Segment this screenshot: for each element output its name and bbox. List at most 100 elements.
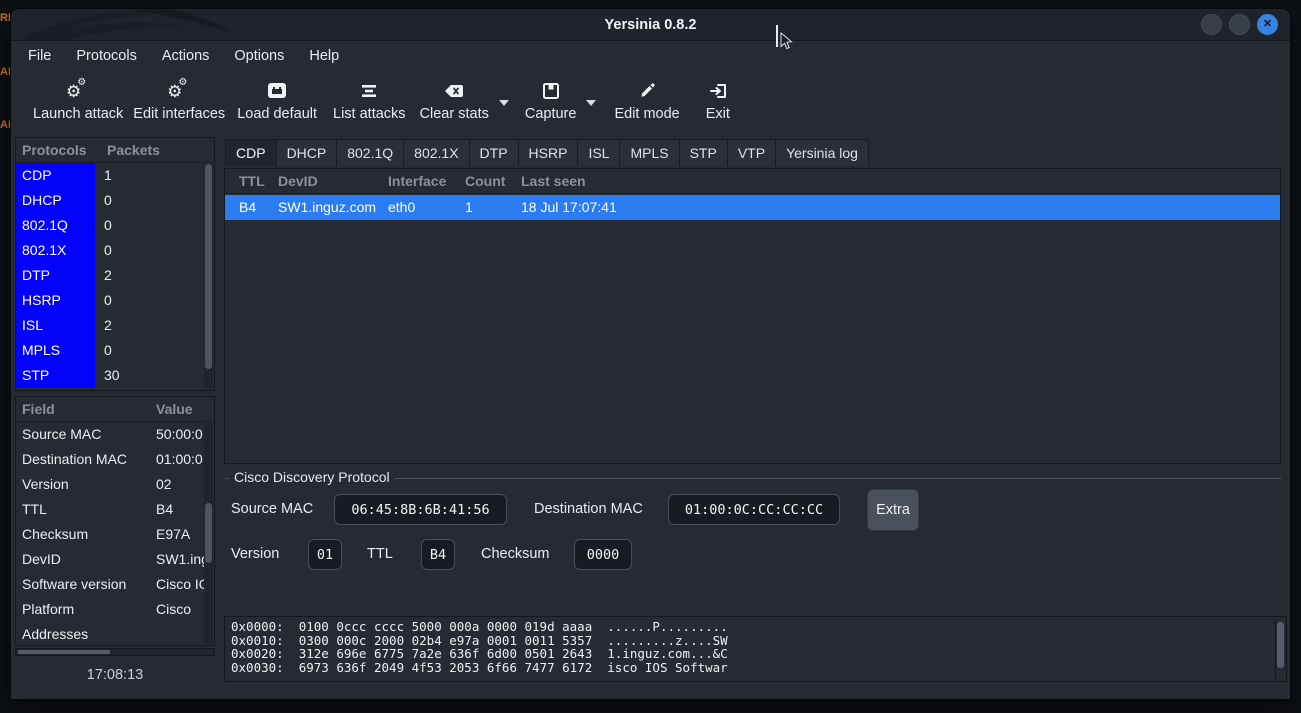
tab-dhcp[interactable]: DHCP (277, 139, 338, 166)
clear-backspace-icon (443, 78, 465, 104)
left-panel: Protocols Packets CDP1 DHCP0 802.1Q0 802… (11, 131, 223, 699)
hex-line: 0x0020: 312e 696e 6775 7a2e 636f 6d00 05… (225, 647, 1286, 661)
field-row[interactable]: Destination MAC01:00:0 (16, 447, 214, 472)
protocol-row-dtp[interactable]: DTP2 (16, 263, 214, 288)
count-column-header[interactable]: Count (465, 169, 505, 194)
close-button[interactable]: ✕ (1257, 14, 1278, 35)
protocol-row-stp[interactable]: STP30 (16, 363, 214, 388)
maximize-button[interactable] (1229, 14, 1250, 35)
protocol-tabbar: CDP DHCP 802.1Q 802.1X DTP HSRP ISL MPLS… (225, 139, 869, 166)
protocols-scrollbar[interactable] (204, 164, 213, 388)
field-row[interactable]: PlatformCisco (16, 597, 214, 622)
interface-column-header[interactable]: Interface (388, 169, 446, 194)
fields-table: Field Value Source MAC50:00:0 Destinatio… (15, 396, 215, 646)
protocol-row-8021x[interactable]: 802.1X0 (16, 238, 214, 263)
field-row[interactable]: Source MAC50:00:0 (16, 422, 214, 447)
clear-stats-button[interactable]: Clear stats (420, 78, 489, 122)
hex-line: 0x0010: 0300 000c 2000 02b4 e97a 0001 00… (225, 634, 1286, 648)
list-attacks-button[interactable]: List attacks (333, 78, 406, 122)
desktop-text-fragment: ARI (0, 66, 10, 78)
field-row[interactable]: TTLB4 (16, 497, 214, 522)
desktop-text-fragment: ARI (0, 119, 10, 131)
version-field[interactable] (308, 539, 342, 570)
tab-stp[interactable]: STP (680, 139, 728, 166)
edit-interfaces-button[interactable]: ⚙⚙ Edit interfaces (133, 78, 225, 122)
field-row[interactable]: Software versionCisco IO (16, 572, 214, 597)
devid-column-header[interactable]: DevID (278, 169, 318, 194)
field-row[interactable]: ChecksumE97A (16, 522, 214, 547)
tab-yersinia-log[interactable]: Yersinia log (776, 139, 869, 166)
packets-column-header[interactable]: Packets (107, 138, 160, 163)
cdp-frame-title: Cisco Discovery Protocol (229, 469, 395, 485)
hex-line: 0x0000: 0100 0ccc cccc 5000 000a 0000 01… (225, 620, 1286, 634)
window-title: Yersinia 0.8.2 (11, 9, 1290, 41)
tab-dtp[interactable]: DTP (470, 139, 519, 166)
scrollbar-thumb[interactable] (205, 503, 212, 563)
exit-button[interactable]: Exit (706, 78, 730, 122)
hex-dump-panel[interactable]: 0x0000: 0100 0ccc cccc 5000 000a 0000 01… (224, 616, 1287, 682)
pencil-icon (638, 78, 656, 104)
clear-stats-dropdown-icon[interactable] (499, 100, 509, 106)
menu-actions[interactable]: Actions (159, 46, 213, 66)
protocol-row-hsrp[interactable]: HSRP0 (16, 288, 214, 313)
exit-icon (709, 78, 727, 104)
protocol-row-mpls[interactable]: MPLS0 (16, 338, 214, 363)
menu-help[interactable]: Help (306, 46, 342, 66)
capture-dropdown-icon[interactable] (586, 100, 596, 106)
scrollbar-thumb[interactable] (1277, 622, 1284, 668)
tab-cdp[interactable]: CDP (225, 139, 277, 166)
field-row[interactable]: Version02 (16, 472, 214, 497)
tab-isl[interactable]: ISL (578, 139, 620, 166)
floppy-icon (542, 78, 560, 104)
tab-mpls[interactable]: MPLS (620, 139, 679, 166)
protocol-row-dhcp[interactable]: DHCP0 (16, 188, 214, 213)
extra-button[interactable]: Extra (867, 489, 919, 531)
version-label: Version (231, 539, 279, 570)
tab-8021x[interactable]: 802.1X (404, 139, 469, 166)
text-cursor (776, 25, 778, 47)
lastseen-column-header[interactable]: Last seen (521, 169, 586, 194)
value-column-header[interactable]: Value (156, 397, 193, 422)
destination-mac-label: Destination MAC (534, 494, 643, 525)
launch-attack-button[interactable]: ⚙⚙ Launch attack (33, 78, 123, 122)
checksum-field[interactable] (574, 539, 632, 570)
protocol-row-8021q[interactable]: 802.1Q0 (16, 213, 214, 238)
fields-scrollbar[interactable] (204, 423, 213, 643)
hexdump-scrollbar[interactable] (1275, 619, 1284, 679)
minimize-button[interactable] (1201, 14, 1222, 35)
titlebar[interactable]: Yersinia 0.8.2 ✕ (11, 9, 1290, 41)
tab-8021q[interactable]: 802.1Q (337, 139, 404, 166)
tab-vtp[interactable]: VTP (728, 139, 776, 166)
checksum-label: Checksum (481, 539, 550, 570)
load-default-button[interactable]: Load default (237, 78, 317, 122)
menubar: File Protocols Actions Options Help (11, 41, 1290, 71)
destination-mac-field[interactable] (668, 494, 840, 525)
menu-protocols[interactable]: Protocols (73, 46, 139, 66)
mouse-cursor-icon (780, 32, 793, 50)
fields-horizontal-scrollbar[interactable] (15, 648, 215, 656)
hex-line: 0x0030: 6973 636f 2049 4f53 2053 6f66 74… (225, 661, 1286, 675)
capture-button[interactable]: Capture (525, 78, 577, 122)
list-lines-icon (360, 78, 378, 104)
edit-mode-button[interactable]: Edit mode (614, 78, 679, 122)
scrollbar-thumb[interactable] (205, 164, 212, 369)
toolbar: ⚙⚙ Launch attack ⚙⚙ Edit interfaces Load… (11, 71, 1290, 131)
protocols-column-header[interactable]: Protocols (22, 138, 87, 163)
field-row[interactable]: DevIDSW1.ing (16, 547, 214, 572)
field-row[interactable]: Addresses (16, 622, 214, 646)
ttl-field[interactable] (421, 539, 455, 570)
protocol-row-cdp[interactable]: CDP1 (16, 163, 214, 188)
protocol-row-isl[interactable]: ISL2 (16, 313, 214, 338)
menu-options[interactable]: Options (231, 46, 287, 66)
selected-packet-row[interactable]: B4 SW1.inguz.com eth0 1 18 Jul 17:07:41 (225, 195, 1280, 220)
tab-hsrp[interactable]: HSRP (519, 139, 579, 166)
field-column-header[interactable]: Field (22, 397, 55, 422)
scrollbar-thumb[interactable] (18, 650, 110, 654)
source-mac-field[interactable] (334, 494, 507, 525)
cdp-editor-frame: Cisco Discovery Protocol Source MAC Dest… (225, 478, 1281, 603)
main-area: CDP DHCP 802.1Q 802.1X DTP HSRP ISL MPLS… (223, 131, 1291, 699)
ttl-column-header[interactable]: TTL (239, 169, 265, 194)
status-time: 17:08:13 (15, 667, 215, 683)
desktop-text-fragment: RI (0, 12, 10, 24)
menu-file[interactable]: File (25, 46, 54, 66)
